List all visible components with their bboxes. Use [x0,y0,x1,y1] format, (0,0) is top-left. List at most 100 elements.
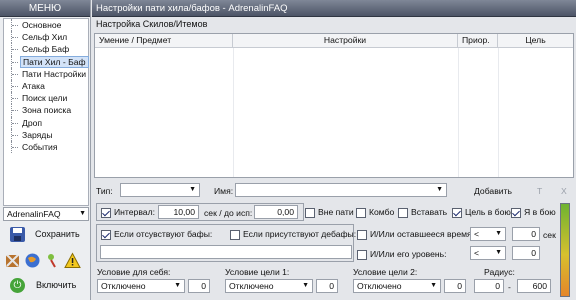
menu-item-self-heal[interactable]: Сельф Хил [4,31,88,44]
menu-item-party-heal-buff[interactable]: Пати Хил - Баф [4,55,89,68]
remaining-time-operator-select[interactable]: < ▼ [470,227,506,241]
level-checkbox[interactable]: И/Или его уровень: [357,249,446,260]
self-condition-input[interactable]: 0 [188,279,210,293]
globe-icon[interactable] [24,252,41,269]
target1-condition-select[interactable]: Отключено ▼ [225,279,313,293]
radius-min-input[interactable]: 0 [474,279,504,293]
checkbox-box [101,229,111,240]
save-button[interactable]: Сохранить [4,224,88,244]
combo-label: Комбо [369,207,395,217]
menu-item-label: Заряды [22,129,53,140]
remaining-time-input[interactable]: 0 [512,227,540,241]
column-header-skill[interactable]: Умение / Предмет [95,34,233,47]
checkbox-box [305,207,315,218]
warning-icon[interactable] [64,251,81,269]
out-of-party-label: Вне пати [318,207,354,217]
combo-checkbox[interactable]: Комбо [356,207,394,218]
grid-header: Умение / Предмет Настройки Приор. Цель [95,34,573,48]
interval-input[interactable]: 10,00 [158,205,199,219]
name-select[interactable]: ▼ [235,183,447,197]
floppy-disk-icon [10,226,25,242]
menu-item-self-buff[interactable]: Сельф Баф [4,43,88,56]
remaining-time-operator-value: < [474,229,480,239]
delete-button[interactable]: X [561,186,567,196]
chevron-down-icon: ▼ [302,282,309,289]
checkbox-box [398,207,408,218]
app-window: МЕНЮ Основное Сельф Хил Сельф Баф Пати Х… [0,0,576,300]
checkbox-box [357,249,367,260]
main-panel: Настройки пати хила/бафов - AdrenalinFAQ… [92,0,576,300]
target2-condition-select[interactable]: Отключено ▼ [353,279,441,293]
enable-button-label: Включить [36,280,77,290]
present-debuffs-checkbox[interactable]: Если присутствуют дебафы: [230,229,356,240]
type-select[interactable]: ▼ [120,183,200,197]
target-in-combat-checkbox[interactable]: Цель в бою [452,207,511,218]
level-input[interactable]: 0 [512,246,540,260]
self-condition-value: Отключено [101,281,146,291]
missing-buffs-checkbox[interactable]: Если отсувствуют бафы: [101,229,212,240]
chevron-down-icon: ▼ [430,282,437,289]
menu-item-label: Сельф Хил [22,32,68,43]
column-header-target[interactable]: Цель [498,34,573,47]
skills-grid[interactable]: Умение / Предмет Настройки Приор. Цель [94,33,574,178]
pin-icon[interactable] [44,252,61,269]
menu-item-label: Пати Хил - Баф [20,55,89,68]
left-panel: МЕНЮ Основное Сельф Хил Сельф Баф Пати Х… [0,0,91,300]
remaining-time-checkbox[interactable]: И/Или оставшееся время: [357,229,474,240]
buffs-list-input[interactable] [100,245,352,259]
add-button[interactable]: Добавить [474,186,512,196]
tool-icons-row [4,251,88,269]
menu-item-main[interactable]: Основное [4,19,88,32]
checkbox-box [356,207,366,218]
present-debuffs-label: Если присутствуют дебафы: [243,229,357,239]
radius-max-input[interactable]: 600 [517,279,551,293]
chevron-down-icon: ▼ [495,230,502,237]
target-in-combat-label: Цель в бою [465,207,511,217]
chevron-down-icon: ▼ [174,282,181,289]
column-header-priority[interactable]: Приор. [458,34,498,47]
enable-button[interactable]: ⏻ Включить [4,276,88,294]
sword-shield-icon[interactable] [4,252,21,269]
menu-item-events[interactable]: События [4,140,88,154]
chevron-down-icon: ▼ [436,186,443,193]
out-of-party-checkbox[interactable]: Вне пати [305,207,354,218]
menu-item-label: Атака [22,80,45,91]
target2-condition-value: Отключено [357,281,402,291]
menu-item-drop[interactable]: Дроп [4,116,88,129]
self-in-combat-checkbox[interactable]: Я в бою [511,207,556,218]
grid-divider [498,48,499,177]
self-condition-label: Условие для себя: [97,267,171,277]
remaining-time-label: И/Или оставшееся время: [370,229,475,239]
menu-item-search-zone[interactable]: Зона поиска [4,104,88,117]
window-title: Настройки пати хила/бафов - AdrenalinFAQ [92,0,576,17]
menu-item-party-settings[interactable]: Пати Настройки [4,67,88,81]
target2-condition-input[interactable]: 0 [444,279,466,293]
save-button-label: Сохранить [35,229,80,239]
profile-select[interactable]: AdrenalinFAQ ▼ [3,207,89,221]
insert-label: Вставать [411,207,448,217]
checkbox-box [511,207,521,218]
level-indicator-bar [560,203,570,297]
target1-condition-input[interactable]: 0 [316,279,338,293]
interval-unit-label: сек / до исп: [204,208,253,218]
menu-item-attack[interactable]: Атака [4,79,88,93]
target1-condition-value: Отключено [229,281,274,291]
name-label: Имя: [214,186,234,196]
grid-divider [233,48,234,177]
type-label: Тип: [96,186,113,196]
insert-checkbox[interactable]: Вставать [398,207,447,218]
chevron-down-icon: ▼ [495,249,502,256]
self-condition-select[interactable]: Отключено ▼ [97,279,185,293]
menu-item-target-search[interactable]: Поиск цели [4,92,88,105]
level-label: И/Или его уровень: [370,249,447,259]
interval-checkbox[interactable]: Интервал: [101,207,155,218]
column-header-settings[interactable]: Настройки [233,34,458,47]
level-operator-select[interactable]: < ▼ [470,246,506,260]
power-icon: ⏻ [10,277,25,293]
t-button[interactable]: T [537,186,542,196]
before-use-input[interactable]: 0,00 [254,205,298,219]
checkbox-box [452,207,462,218]
remaining-time-unit: сек [543,230,556,240]
menu-item-charges[interactable]: Заряды [4,128,88,142]
radius-label: Радиус: [484,267,515,277]
